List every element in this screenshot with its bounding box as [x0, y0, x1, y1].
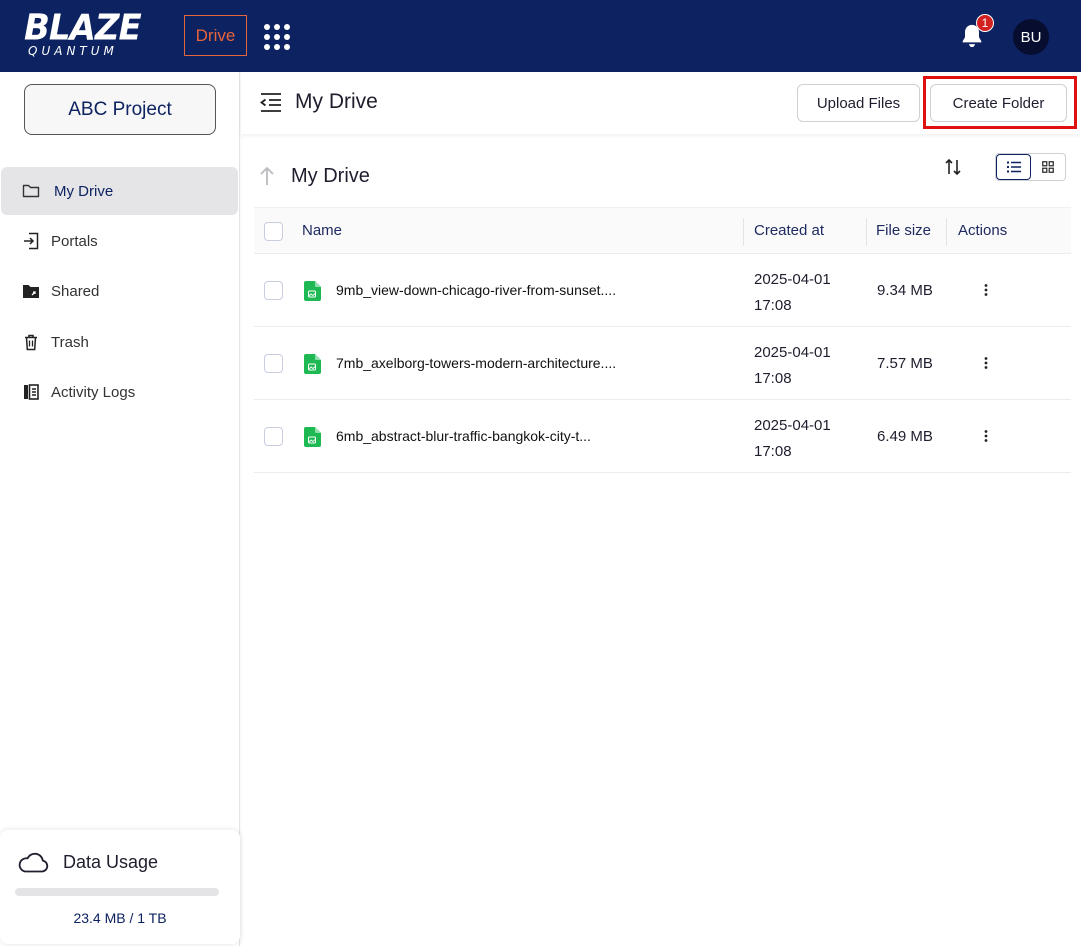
- table-header: Name Created at File size Actions: [254, 207, 1071, 254]
- file-created-time: 17:08: [754, 370, 792, 387]
- sidebar-item-activity-logs[interactable]: Activity Logs: [1, 368, 238, 416]
- kebab-menu-icon: [984, 357, 988, 369]
- logo-sub-text: QUANTUM: [28, 44, 118, 58]
- table-row[interactable]: 7mb_axelborg-towers-modern-architecture.…: [254, 327, 1071, 400]
- column-header-actions: Actions: [958, 222, 1008, 239]
- column-divider: [866, 218, 867, 246]
- view-toggle: [995, 153, 1066, 181]
- collapse-sidebar-icon[interactable]: [259, 91, 283, 113]
- shared-folder-icon: [21, 281, 41, 301]
- data-usage-title: Data Usage: [63, 852, 159, 872]
- table-row[interactable]: 6mb_abstract-blur-traffic-bangkok-city-t…: [254, 400, 1071, 473]
- row-checkbox[interactable]: [264, 427, 283, 446]
- project-selector-button[interactable]: ABC Project: [24, 84, 216, 135]
- notification-badge: 1: [976, 14, 994, 32]
- sidebar-item-label: Portals: [51, 232, 98, 250]
- column-header-created[interactable]: Created at: [754, 222, 824, 239]
- page-title: My Drive: [295, 90, 378, 113]
- sidebar-item-label: My Drive: [54, 182, 114, 200]
- sidebar-item-label: Activity Logs: [51, 383, 136, 401]
- sort-icon[interactable]: [944, 157, 962, 177]
- column-divider: [946, 218, 947, 246]
- grid-view-button[interactable]: [1031, 154, 1065, 180]
- apps-grid-icon[interactable]: [264, 24, 290, 50]
- row-checkbox[interactable]: [264, 281, 283, 300]
- row-actions-button[interactable]: [979, 353, 993, 373]
- blaze-quantum-logo[interactable]: BLAZE QUANTUM: [24, 7, 160, 60]
- portal-icon: [21, 231, 41, 251]
- file-created-time: 17:08: [754, 443, 792, 460]
- column-divider: [743, 218, 744, 246]
- image-file-icon: [304, 281, 321, 301]
- kebab-menu-icon: [984, 284, 988, 296]
- column-header-size[interactable]: File size: [876, 222, 931, 239]
- arrow-up-icon[interactable]: [258, 165, 276, 187]
- column-header-name[interactable]: Name: [302, 222, 342, 239]
- table-row[interactable]: 9mb_view-down-chicago-river-from-sunset.…: [254, 254, 1071, 327]
- file-created-date: 2025-04-01: [754, 417, 831, 434]
- file-created-at: 2025-04-01 17:08: [754, 340, 864, 392]
- file-name[interactable]: 7mb_axelborg-towers-modern-architecture.…: [336, 355, 616, 371]
- user-avatar[interactable]: BU: [1013, 19, 1049, 55]
- file-size: 6.49 MB: [877, 428, 933, 445]
- create-folder-highlight: [923, 76, 1077, 129]
- drive-app-button[interactable]: Drive: [184, 15, 247, 56]
- list-view-button[interactable]: [996, 154, 1032, 180]
- file-created-at: 2025-04-01 17:08: [754, 267, 864, 319]
- breadcrumb-title: My Drive: [291, 165, 370, 187]
- cloud-icon: [18, 852, 49, 873]
- sidebar: ABC Project My Drive Portals Shared Tras…: [0, 72, 240, 946]
- select-all-checkbox[interactable]: [264, 222, 283, 241]
- sidebar-item-portals[interactable]: Portals: [1, 217, 238, 265]
- file-created-time: 17:08: [754, 297, 792, 314]
- file-created-date: 2025-04-01: [754, 271, 831, 288]
- sidebar-item-shared[interactable]: Shared: [1, 267, 238, 315]
- sidebar-item-label: Trash: [51, 333, 89, 351]
- notifications-button[interactable]: 1: [956, 14, 996, 52]
- activity-logs-icon: [21, 382, 41, 402]
- files-table: Name Created at File size Actions 9mb_vi…: [254, 207, 1071, 473]
- folder-icon: [21, 181, 41, 201]
- upload-files-button[interactable]: Upload Files: [797, 84, 920, 122]
- sidebar-item-label: Shared: [51, 282, 100, 300]
- trash-icon: [21, 332, 41, 352]
- kebab-menu-icon: [984, 430, 988, 442]
- data-usage-text: 23.4 MB / 1 TB: [73, 910, 167, 926]
- file-size: 7.57 MB: [877, 355, 933, 372]
- file-created-date: 2025-04-01: [754, 344, 831, 361]
- image-file-icon: [304, 354, 321, 374]
- row-actions-button[interactable]: [979, 280, 993, 300]
- grid-view-icon: [1042, 161, 1054, 173]
- sidebar-item-trash[interactable]: Trash: [1, 318, 238, 366]
- data-usage-card: Data Usage 23.4 MB / 1 TB: [0, 830, 240, 944]
- row-checkbox[interactable]: [264, 354, 283, 373]
- top-bar: BLAZE QUANTUM Drive 1 BU: [0, 0, 1081, 72]
- row-actions-button[interactable]: [979, 426, 993, 446]
- logo-main-text: BLAZE: [24, 7, 142, 50]
- image-file-icon: [304, 427, 321, 447]
- file-name[interactable]: 9mb_view-down-chicago-river-from-sunset.…: [336, 282, 616, 298]
- file-size: 9.34 MB: [877, 282, 933, 299]
- file-created-at: 2025-04-01 17:08: [754, 413, 864, 465]
- data-usage-bar: [15, 888, 219, 896]
- list-view-icon: [1006, 161, 1021, 173]
- sidebar-item-my-drive[interactable]: My Drive: [1, 167, 238, 215]
- file-name[interactable]: 6mb_abstract-blur-traffic-bangkok-city-t…: [336, 428, 591, 444]
